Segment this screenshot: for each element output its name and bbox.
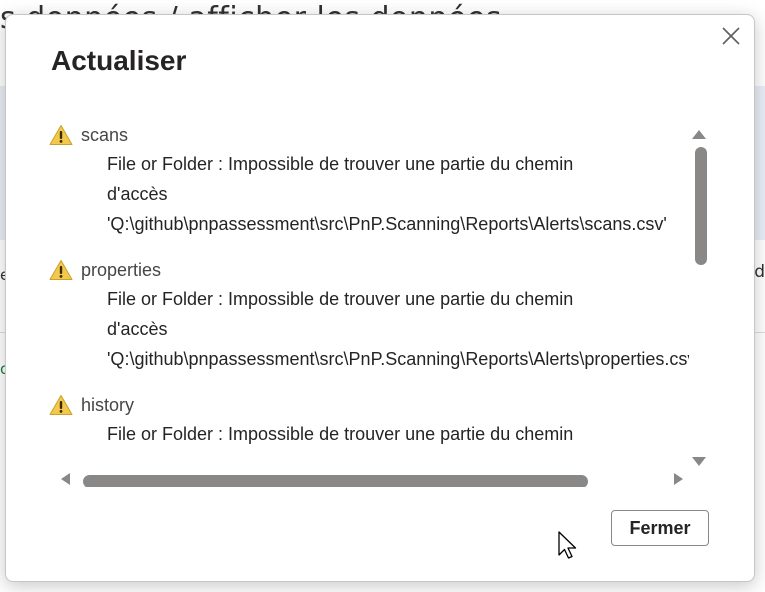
error-entry-name: history — [81, 394, 135, 415]
error-entry-properties: properties File or Folder : Impossible d… — [49, 256, 689, 374]
horizontal-scrollbar[interactable] — [49, 467, 689, 487]
error-entry-scans: scans File or Folder : Impossible de tro… — [49, 121, 689, 239]
warning-icon — [49, 259, 73, 281]
refresh-dialog: Actualiser scans File or Folder : Imposs… — [5, 14, 755, 582]
close-icon[interactable] — [718, 23, 744, 49]
error-list-scroll-area[interactable]: scans File or Folder : Impossible de tro… — [49, 121, 709, 487]
error-message-line: 'Q:\github\pnpassessment\src\PnP.Scannin… — [107, 349, 689, 369]
vertical-scroll-thumb[interactable] — [695, 147, 707, 265]
mouse-pointer-icon — [558, 531, 578, 561]
scroll-right-icon[interactable] — [673, 471, 685, 485]
vertical-scrollbar[interactable] — [689, 121, 709, 467]
background-right-fragment: d — [754, 262, 765, 282]
error-message-line: 'Q:\github\pnpassessment\src\PnP.Scannin… — [107, 214, 667, 234]
error-message-line: File or Folder : Impossible de trouver u… — [107, 424, 574, 444]
error-entry-name: properties — [81, 259, 162, 280]
warning-icon — [49, 124, 73, 146]
warning-icon — [49, 394, 73, 416]
scroll-down-icon[interactable] — [691, 453, 707, 466]
error-message-line: File or Folder : Impossible de trouver u… — [107, 154, 574, 174]
error-list: scans File or Folder : Impossible de tro… — [49, 121, 689, 461]
error-entry-history: history File or Folder : Impossible de t… — [49, 391, 689, 449]
error-message-line: d'accès — [107, 184, 168, 204]
error-message-line: File or Folder : Impossible de trouver u… — [107, 289, 574, 309]
close-dialog-button[interactable]: Fermer — [611, 510, 709, 546]
scroll-up-icon[interactable] — [691, 125, 707, 139]
error-entry-name: scans — [81, 124, 129, 145]
error-message-line: d'accès — [107, 319, 168, 339]
scroll-left-icon[interactable] — [59, 471, 71, 485]
horizontal-scroll-thumb[interactable] — [83, 475, 588, 487]
dialog-title: Actualiser — [51, 45, 187, 76]
